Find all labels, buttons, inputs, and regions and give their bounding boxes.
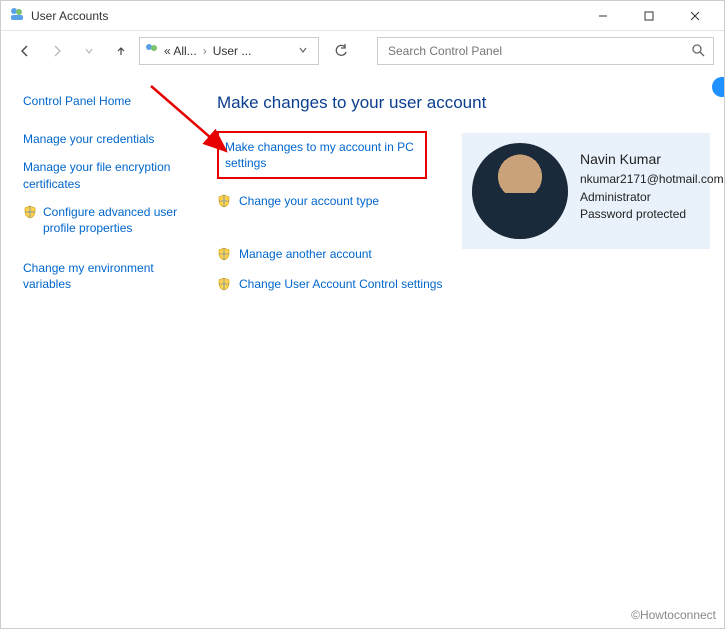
shield-icon (217, 247, 231, 261)
account-email: nkumar2171@hotmail.com (580, 171, 724, 188)
up-button[interactable] (107, 37, 135, 65)
forward-button[interactable] (43, 37, 71, 65)
sidebar-link[interactable]: Change my environment variables (23, 260, 191, 292)
change-account-type-link[interactable]: Change your account type (239, 193, 379, 209)
address-bar[interactable]: « All... › User ... (139, 37, 319, 65)
sidebar: Control Panel Home Manage your credentia… (1, 93, 201, 600)
search-icon[interactable] (691, 43, 705, 60)
account-password-status: Password protected (580, 206, 724, 223)
shield-icon (217, 194, 231, 208)
shield-icon (23, 205, 37, 219)
manage-another-account-link[interactable]: Manage another account (239, 246, 372, 262)
address-dropdown-icon[interactable] (292, 44, 314, 58)
user-accounts-icon (9, 6, 25, 25)
title-bar: User Accounts (1, 1, 724, 31)
refresh-button[interactable] (327, 37, 355, 65)
account-name: Navin Kumar (580, 149, 724, 169)
content-area: Control Panel Home Manage your credentia… (1, 71, 724, 600)
footer-credit: ©Howtoconnect (631, 608, 716, 622)
user-accounts-icon (144, 42, 160, 61)
breadcrumb-segment[interactable]: « All... (164, 44, 197, 58)
avatar (472, 143, 568, 239)
window-title: User Accounts (31, 9, 108, 23)
search-box[interactable] (377, 37, 714, 65)
current-account-card: Navin Kumar nkumar2171@hotmail.com Admin… (462, 133, 710, 249)
page-heading: Make changes to your user account (217, 93, 712, 113)
sidebar-link[interactable]: Manage your file encryption certificates (23, 159, 191, 191)
control-panel-home-link[interactable]: Control Panel Home (23, 93, 191, 109)
shield-icon (217, 277, 231, 291)
sidebar-link[interactable]: Configure advanced user profile properti… (43, 204, 191, 236)
pc-settings-link[interactable]: Make changes to my account in PC setting… (225, 140, 414, 170)
maximize-button[interactable] (626, 1, 672, 31)
navigation-bar: « All... › User ... (1, 31, 724, 71)
uac-settings-link[interactable]: Change User Account Control settings (239, 276, 442, 292)
account-details: Navin Kumar nkumar2171@hotmail.com Admin… (580, 143, 724, 223)
back-button[interactable] (11, 37, 39, 65)
breadcrumb-segment[interactable]: User ... (213, 44, 252, 58)
account-role: Administrator (580, 189, 724, 206)
sidebar-link[interactable]: Manage your credentials (23, 131, 191, 147)
main-panel: Make changes to your user account Make c… (201, 93, 724, 600)
account-actions: Make changes to my account in PC setting… (217, 131, 447, 306)
highlight-annotation: Make changes to my account in PC setting… (217, 131, 427, 179)
chevron-right-icon: › (203, 44, 207, 58)
recent-locations-dropdown[interactable] (75, 37, 103, 65)
search-input[interactable] (386, 43, 691, 59)
minimize-button[interactable] (580, 1, 626, 31)
close-button[interactable] (672, 1, 718, 31)
